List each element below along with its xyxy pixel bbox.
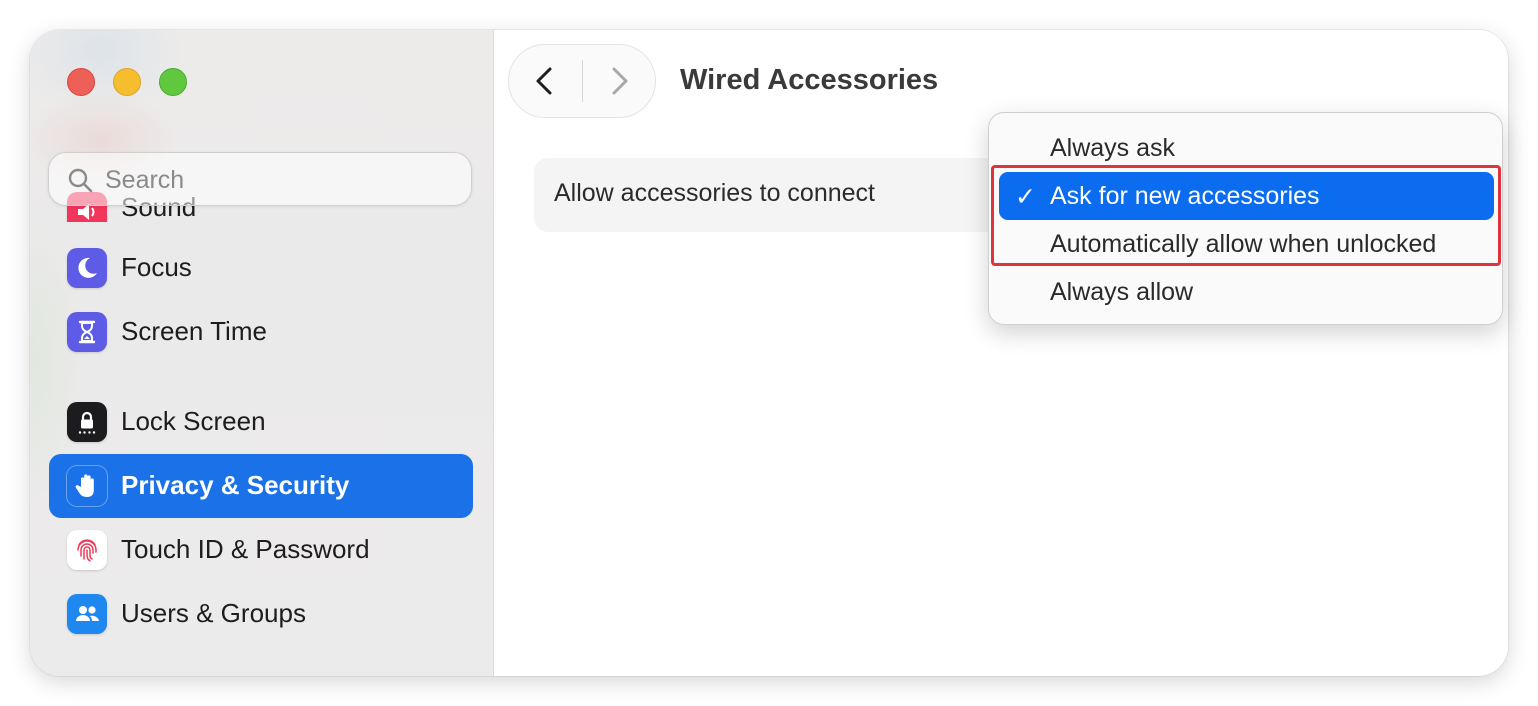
menu-item-automatically-allow-when-unlocked[interactable]: Automatically allow when unlocked — [999, 220, 1494, 268]
menu-item-always-allow[interactable]: Always allow — [999, 268, 1494, 316]
moon-icon — [67, 248, 107, 288]
sidebar-item-label: Focus — [121, 252, 192, 282]
maximize-window-button[interactable] — [159, 68, 187, 96]
menu-item-ask-for-new-accessories[interactable]: ✓ Ask for new accessories — [999, 172, 1494, 220]
menu-item-label: Always ask — [1050, 134, 1176, 162]
search-field[interactable]: Search — [48, 152, 472, 206]
page-title: Wired Accessories — [680, 64, 939, 96]
users-icon — [67, 594, 107, 634]
sidebar-item-focus[interactable]: Focus — [49, 236, 473, 300]
search-icon — [68, 168, 93, 193]
back-button[interactable] — [521, 57, 569, 105]
sidebar-item-privacy-security[interactable]: Privacy & Security — [49, 454, 473, 518]
sidebar-item-label: Privacy & Security — [121, 470, 350, 500]
accessories-dropdown-menu: Always ask ✓ Ask for new accessories Aut… — [988, 112, 1503, 325]
sidebar-item-label: Screen Time — [121, 316, 267, 346]
sidebar-item-touch-id-password[interactable]: Touch ID & Password — [49, 518, 473, 582]
lock-icon — [67, 402, 107, 442]
sidebar-item-label: Touch ID & Password — [121, 534, 370, 564]
search-placeholder: Search — [105, 166, 185, 194]
sidebar-item-users-groups[interactable]: Users & Groups — [49, 582, 473, 646]
sidebar-item-label: Lock Screen — [121, 406, 266, 436]
checkmark-icon: ✓ — [1015, 183, 1036, 211]
close-window-button[interactable] — [67, 68, 95, 96]
navigation-buttons — [508, 44, 656, 118]
hand-icon — [67, 466, 107, 506]
setting-label: Allow accessories to connect — [554, 179, 875, 207]
fingerprint-icon — [67, 530, 107, 570]
sidebar-item-screen-time[interactable]: Screen Time — [49, 300, 473, 364]
minimize-window-button[interactable] — [113, 68, 141, 96]
nav-divider — [582, 60, 583, 102]
forward-button[interactable] — [595, 57, 643, 105]
menu-item-label: Always allow — [1050, 278, 1194, 306]
sidebar-item-lock-screen[interactable]: Lock Screen — [49, 390, 473, 454]
menu-item-label: Ask for new accessories — [1050, 182, 1320, 210]
menu-item-label: Automatically allow when unlocked — [1050, 230, 1437, 258]
sidebar-item-label: Users & Groups — [121, 598, 306, 628]
menu-item-always-ask[interactable]: Always ask — [999, 124, 1494, 172]
hourglass-icon — [67, 312, 107, 352]
sidebar: Search Sound Focus Screen Time Lock Scre… — [30, 30, 494, 676]
